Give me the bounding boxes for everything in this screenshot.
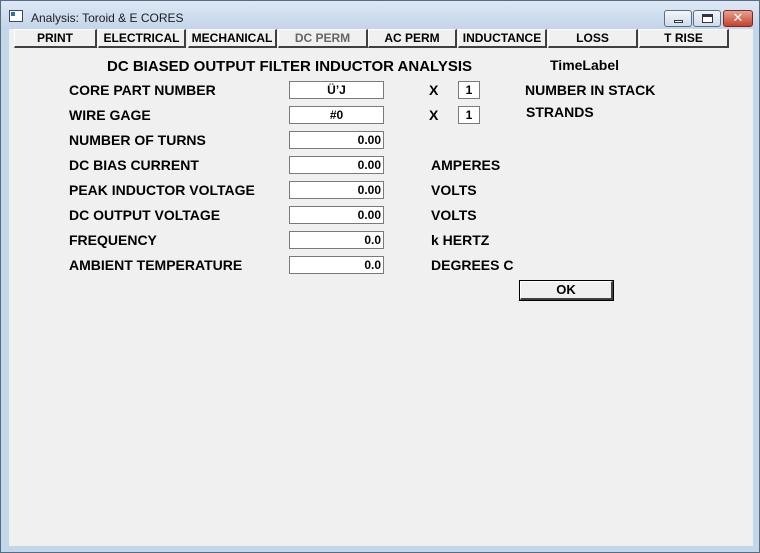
strands-count-field[interactable]: 1 xyxy=(458,106,480,124)
core-part-number-field[interactable]: Ü’J xyxy=(289,81,384,99)
tab-mechanical[interactable]: MECHANICAL xyxy=(188,29,277,48)
peak-inductor-voltage-field[interactable]: 0.00 xyxy=(289,181,384,199)
core-part-number-label: CORE PART NUMBER xyxy=(69,82,216,98)
dc-output-voltage-unit: VOLTS xyxy=(431,207,477,223)
wire-gage-label: WIRE GAGE xyxy=(69,107,151,123)
number-of-turns-label: NUMBER OF TURNS xyxy=(69,132,206,148)
maximize-icon xyxy=(702,14,713,23)
time-label: TimeLabel xyxy=(550,57,619,73)
strands-multiplier-x: X xyxy=(429,107,439,123)
close-button[interactable]: ✕ xyxy=(723,10,753,27)
peak-inductor-voltage-unit: VOLTS xyxy=(431,182,477,198)
wire-gage-field[interactable]: #0 xyxy=(289,106,384,124)
tab-loss[interactable]: LOSS xyxy=(548,29,638,48)
ambient-temperature-field[interactable]: 0.0 xyxy=(289,256,384,274)
minimize-button[interactable] xyxy=(664,10,692,27)
stack-count-field[interactable]: 1 xyxy=(458,81,480,99)
window-title: Analysis: Toroid & E CORES xyxy=(31,11,184,25)
strands-label: STRANDS xyxy=(526,104,594,120)
minimize-icon xyxy=(674,20,683,23)
title-bar[interactable]: Analysis: Toroid & E CORES ✕ xyxy=(1,1,759,29)
page-title: DC BIASED OUTPUT FILTER INDUCTOR ANALYSI… xyxy=(107,58,473,75)
dc-bias-current-label: DC BIAS CURRENT xyxy=(69,157,199,173)
dc-bias-current-field[interactable]: 0.00 xyxy=(289,156,384,174)
dc-output-voltage-label: DC OUTPUT VOLTAGE xyxy=(69,207,221,223)
dc-output-voltage-field[interactable]: 0.00 xyxy=(289,206,384,224)
number-of-turns-field[interactable]: 0.00 xyxy=(289,131,384,149)
frequency-label: FREQUENCY xyxy=(69,232,157,248)
tab-print[interactable]: PRINT xyxy=(14,29,97,48)
close-icon: ✕ xyxy=(732,11,744,26)
frequency-field[interactable]: 0.0 xyxy=(289,231,384,249)
ok-button[interactable]: OK xyxy=(519,280,614,301)
tab-inductance[interactable]: INDUCTANCE xyxy=(458,29,547,48)
dc-bias-current-unit: AMPERES xyxy=(431,157,501,173)
tab-dc-perm[interactable]: DC PERM xyxy=(278,29,368,48)
stack-multiplier-x: X xyxy=(429,82,439,98)
ambient-temperature-label: AMBIENT TEMPERATURE xyxy=(69,257,243,273)
tab-t-rise[interactable]: T RISE xyxy=(639,29,729,48)
client-area: PRINT ELECTRICAL MECHANICAL DC PERM AC P… xyxy=(9,29,753,546)
tab-ac-perm[interactable]: AC PERM xyxy=(368,29,457,48)
ambient-temperature-unit: DEGREES C xyxy=(431,257,514,273)
maximize-button[interactable] xyxy=(693,10,721,27)
app-window-icon xyxy=(9,10,23,22)
number-in-stack-label: NUMBER IN STACK xyxy=(525,82,656,98)
frequency-unit: k HERTZ xyxy=(431,232,490,248)
peak-inductor-voltage-label: PEAK INDUCTOR VOLTAGE xyxy=(69,182,255,198)
tab-electrical[interactable]: ELECTRICAL xyxy=(98,29,186,48)
app-window: Analysis: Toroid & E CORES ✕ PRINT ELECT… xyxy=(0,0,760,553)
